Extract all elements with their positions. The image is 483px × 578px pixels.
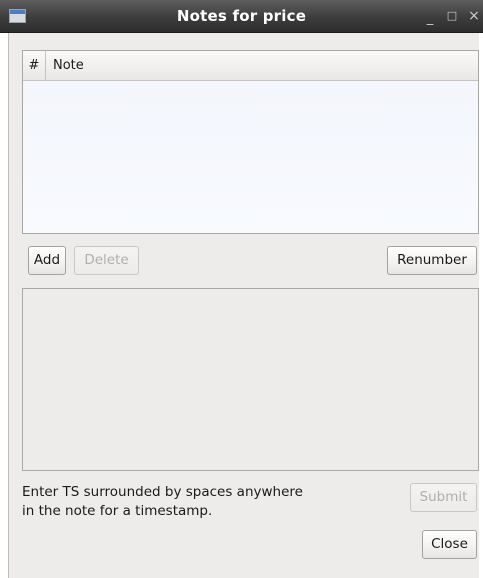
title-bar[interactable]: Notes for price _ □ × [0,0,483,33]
timestamp-hint: Enter TS surrounded by spaces anywhere i… [22,483,382,521]
column-header-number[interactable]: # [23,51,46,80]
window-right-edge [479,33,483,578]
notes-window: Notes for price _ □ × # Note Add Delete … [0,0,483,578]
delete-button[interactable]: Delete [74,246,139,275]
notes-table[interactable]: # Note [22,50,479,234]
window-left-border [0,33,8,578]
close-button[interactable]: Close [422,530,477,559]
window-title: Notes for price [176,7,307,25]
maximize-icon[interactable]: □ [443,0,461,32]
table-header: # Note [23,51,478,81]
minimize-icon[interactable]: _ [421,2,439,35]
add-button[interactable]: Add [28,246,66,275]
submit-button[interactable]: Submit [410,483,477,512]
note-text-area[interactable] [22,288,479,471]
hint-line-1: Enter TS surrounded by spaces anywhere [22,484,303,500]
column-header-note[interactable]: Note [53,51,84,80]
table-body[interactable] [23,81,478,233]
renumber-button[interactable]: Renumber [387,246,477,275]
hint-line-2: in the note for a timestamp. [22,503,213,519]
close-icon[interactable]: × [465,0,483,33]
